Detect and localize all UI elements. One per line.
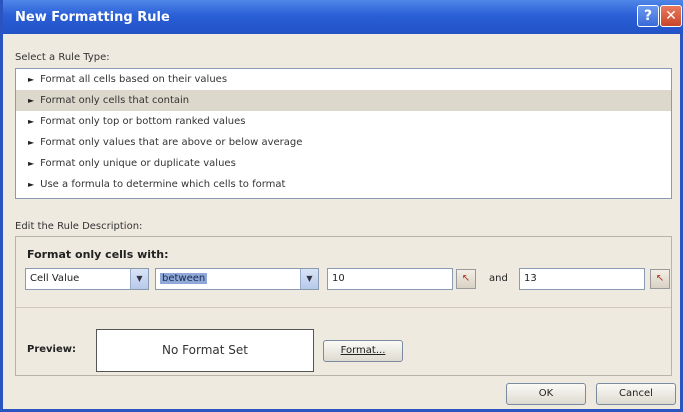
bullet-arrow-icon: ► bbox=[28, 159, 35, 168]
collapse-dialog-button[interactable]: ↖ bbox=[456, 269, 476, 289]
rule-type-item[interactable]: ► Format only unique or duplicate values bbox=[16, 153, 671, 174]
rule-type-item[interactable]: ► Use a formula to determine which cells … bbox=[16, 174, 671, 195]
close-icon: ✕ bbox=[665, 8, 677, 24]
bullet-arrow-icon: ► bbox=[28, 138, 35, 147]
range-select-icon: ↖ bbox=[655, 273, 665, 284]
new-formatting-rule-dialog: New Formatting Rule ? ✕ Select a Rule Ty… bbox=[0, 0, 683, 412]
bullet-arrow-icon: ► bbox=[28, 117, 35, 126]
bullet-arrow-icon: ► bbox=[28, 75, 35, 84]
collapse-dialog-button[interactable]: ↖ bbox=[650, 269, 670, 289]
range-select-icon: ↖ bbox=[461, 273, 471, 284]
cancel-button[interactable]: Cancel bbox=[596, 383, 676, 405]
ok-button[interactable]: OK bbox=[506, 383, 586, 405]
rule-type-item[interactable]: ► Format only top or bottom ranked values bbox=[16, 111, 671, 132]
format-preview: No Format Set bbox=[96, 329, 314, 372]
condition-type-select[interactable]: Cell Value ▼ bbox=[25, 268, 149, 290]
preview-label: Preview: bbox=[27, 344, 77, 355]
close-button[interactable]: ✕ bbox=[660, 5, 682, 27]
chevron-down-icon[interactable]: ▼ bbox=[300, 269, 318, 289]
rule-description-label: Edit the Rule Description: bbox=[15, 221, 143, 232]
rule-type-label: Select a Rule Type: bbox=[15, 52, 110, 63]
help-icon: ? bbox=[643, 8, 653, 24]
divider bbox=[16, 307, 671, 308]
value1-input[interactable]: 10 bbox=[327, 268, 453, 290]
dialog-title: New Formatting Rule bbox=[15, 10, 170, 25]
rule-type-list[interactable]: ► Format all cells based on their values … bbox=[15, 68, 672, 199]
rule-type-item-selected[interactable]: ► Format only cells that contain bbox=[16, 90, 671, 111]
operator-select[interactable]: between ▼ bbox=[155, 268, 319, 290]
rule-type-item[interactable]: ► Format only values that are above or be… bbox=[16, 132, 671, 153]
title-bar: New Formatting Rule ? ✕ bbox=[3, 0, 683, 34]
and-label: and bbox=[489, 273, 508, 284]
bullet-arrow-icon: ► bbox=[28, 180, 35, 189]
help-button[interactable]: ? bbox=[637, 5, 659, 27]
rule-type-item[interactable]: ► Format all cells based on their values bbox=[16, 69, 671, 90]
bullet-arrow-icon: ► bbox=[28, 96, 35, 105]
value2-input[interactable]: 13 bbox=[519, 268, 645, 290]
chevron-down-icon[interactable]: ▼ bbox=[130, 269, 148, 289]
format-only-cells-label: Format only cells with: bbox=[27, 248, 169, 261]
format-button[interactable]: Format... bbox=[323, 340, 403, 362]
